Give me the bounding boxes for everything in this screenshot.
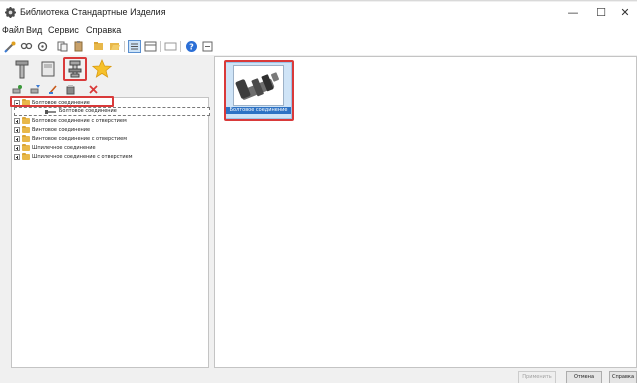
toolbar-separator <box>180 41 181 52</box>
menu-help[interactable]: Справка <box>86 25 121 35</box>
category-selection-highlight <box>63 57 87 81</box>
tree-row-label: Шпилечное соединение <box>32 145 96 151</box>
menu-view[interactable]: Вид <box>26 25 42 35</box>
refresh-icon[interactable] <box>36 40 49 53</box>
expand-icon[interactable] <box>14 145 20 151</box>
folder-icon <box>22 153 30 160</box>
tree-row-stud-connection-hole[interactable]: Шпилечное соединение с отверстием <box>12 153 208 161</box>
tree-row-label: Винтовое соединение <box>32 127 91 133</box>
preview-selection-highlight <box>224 60 294 121</box>
open-folder-icon[interactable] <box>108 40 121 53</box>
window-icon[interactable] <box>164 40 177 53</box>
about-icon[interactable] <box>201 40 214 53</box>
search-icon[interactable] <box>20 40 33 53</box>
tree-child-bolt-connection[interactable]: Болтовое соединение <box>14 107 210 116</box>
favorites-icon[interactable] <box>92 58 112 80</box>
add-icon[interactable] <box>12 84 23 95</box>
close-button[interactable]: ✕ <box>612 4 637 22</box>
title-bar: Библиотека Стандартные Изделия — ☐ ✕ <box>0 2 637 24</box>
library-tree: Болтовое соединение Болтовое соединение … <box>11 97 210 368</box>
preview-pane: Болтовое соединение <box>214 56 637 368</box>
library-window: Библиотека Стандартные Изделия — ☐ ✕ Фай… <box>0 0 637 383</box>
svg-text:?: ? <box>189 43 194 52</box>
folder-icon[interactable] <box>92 40 105 53</box>
tree-row-highlight <box>10 96 114 107</box>
dialog-buttons: Применить Отмена Справка <box>0 369 637 383</box>
expand-icon[interactable] <box>14 136 20 142</box>
tree-row-label: Болтовое соединение с отверстием <box>32 118 127 124</box>
properties-icon[interactable] <box>65 84 76 95</box>
apply-button[interactable]: Применить <box>518 371 556 383</box>
tree-row-bolt-connection-hole[interactable]: Болтовое соединение с отверстием <box>12 117 208 125</box>
view-details-icon[interactable] <box>144 40 157 53</box>
copy-icon[interactable] <box>56 40 69 53</box>
menu-service[interactable]: Сервис <box>48 25 79 35</box>
rename-icon[interactable] <box>48 84 59 95</box>
bolt-icon <box>45 110 56 114</box>
bolt-category-icon[interactable] <box>12 58 32 80</box>
tree-child-label: Болтовое соединение <box>59 108 117 114</box>
paste-icon[interactable] <box>72 40 85 53</box>
expand-icon[interactable] <box>14 127 20 133</box>
window-title: Библиотека Стандартные Изделия <box>20 7 166 17</box>
edit-icon[interactable] <box>30 84 41 95</box>
tree-row-screw-connection[interactable]: Винтовое соединение <box>12 126 208 134</box>
category-bar <box>8 56 209 82</box>
folder-icon <box>22 135 30 142</box>
help-icon[interactable]: ? <box>185 40 198 53</box>
minimize-button[interactable]: — <box>560 4 586 22</box>
view-list-icon[interactable] <box>128 40 141 53</box>
cancel-button[interactable]: Отмена <box>566 371 602 383</box>
toolbar-separator <box>124 41 125 52</box>
menu-file[interactable]: Файл <box>2 25 24 35</box>
maximize-button[interactable]: ☐ <box>588 4 614 22</box>
expand-icon[interactable] <box>14 118 20 124</box>
tree-row-label: Шпилечное соединение с отверстием <box>32 154 133 160</box>
toolbar: ? <box>0 39 637 55</box>
settings-icon[interactable] <box>4 40 17 53</box>
book-category-icon[interactable] <box>38 58 58 80</box>
app-gear-icon <box>5 7 16 18</box>
tree-row-screw-connection-hole[interactable]: Винтовое соединение с отверстием <box>12 135 208 143</box>
delete-icon[interactable] <box>88 84 99 95</box>
menu-bar: Файл Вид Сервис Справка <box>0 24 637 39</box>
tree-row-label: Винтовое соединение с отверстием <box>32 136 127 142</box>
folder-icon <box>22 117 30 124</box>
tree-row-stud-connection[interactable]: Шпилечное соединение <box>12 144 208 152</box>
expand-icon[interactable] <box>14 154 20 160</box>
folder-icon <box>22 144 30 151</box>
toolbar-separator <box>160 41 161 52</box>
library-tree-pane: Болтовое соединение Болтовое соединение … <box>8 56 210 368</box>
help-button[interactable]: Справка <box>609 371 637 383</box>
folder-icon <box>22 126 30 133</box>
tree-action-bar <box>8 83 209 96</box>
